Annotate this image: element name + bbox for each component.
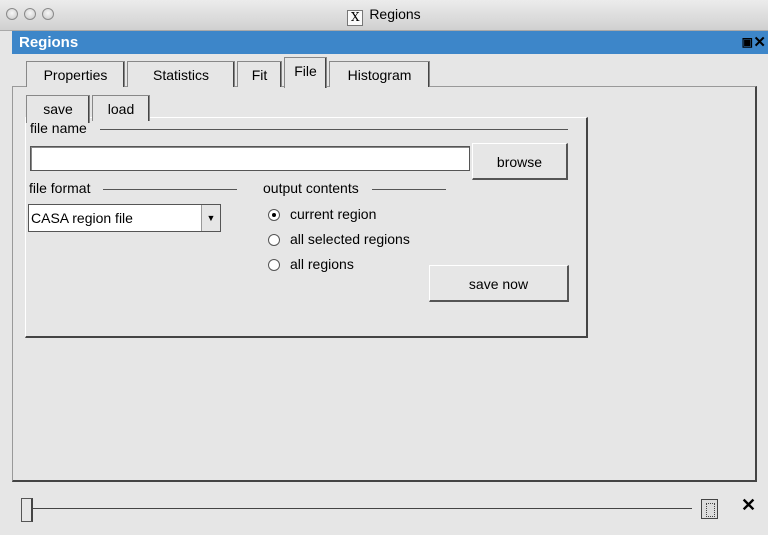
save-now-button[interactable]: save now (429, 265, 569, 302)
trash-icon[interactable] (701, 499, 718, 519)
slider-handle[interactable] (21, 498, 33, 522)
x11-icon: X (347, 10, 364, 26)
tab-fit[interactable]: Fit (237, 61, 282, 87)
file-name-input[interactable] (30, 146, 470, 171)
close-icon[interactable]: ✕ (753, 33, 766, 51)
radio-label: all selected regions (290, 231, 410, 247)
output-contents-label: output contents (263, 180, 359, 196)
file-format-select[interactable]: CASA region file ▼ (28, 204, 221, 232)
float-icon[interactable]: ▣ (742, 35, 753, 49)
close-icon[interactable]: ✕ (741, 495, 756, 516)
radio-label: all regions (290, 256, 354, 272)
file-format-value: CASA region file (31, 210, 133, 226)
radio-button[interactable] (268, 234, 280, 246)
slider-track[interactable] (26, 508, 692, 509)
dock-title: Regions (19, 34, 79, 51)
file-format-label: file format (29, 180, 91, 196)
browse-button[interactable]: browse (472, 143, 568, 180)
window-titlebar: X Regions (0, 0, 768, 31)
file-name-rule (100, 129, 568, 130)
radio-label: current region (290, 206, 377, 222)
tab-save[interactable]: save (26, 95, 90, 123)
tab-properties[interactable]: Properties (26, 61, 125, 87)
tab-statistics[interactable]: Statistics (127, 61, 235, 87)
file-format-rule (103, 189, 237, 190)
window-title-area: X Regions (0, 6, 768, 26)
tab-load[interactable]: load (92, 95, 150, 121)
chevron-down-icon[interactable]: ▼ (201, 205, 220, 231)
radio-button[interactable] (268, 209, 280, 221)
window-title: Regions (369, 6, 421, 22)
tab-file[interactable]: File (284, 57, 327, 88)
output-contents-rule (372, 189, 446, 190)
dock-header: Regions ▣ ✕ (12, 31, 768, 54)
tab-histogram[interactable]: Histogram (329, 61, 430, 87)
radio-button[interactable] (268, 259, 280, 271)
